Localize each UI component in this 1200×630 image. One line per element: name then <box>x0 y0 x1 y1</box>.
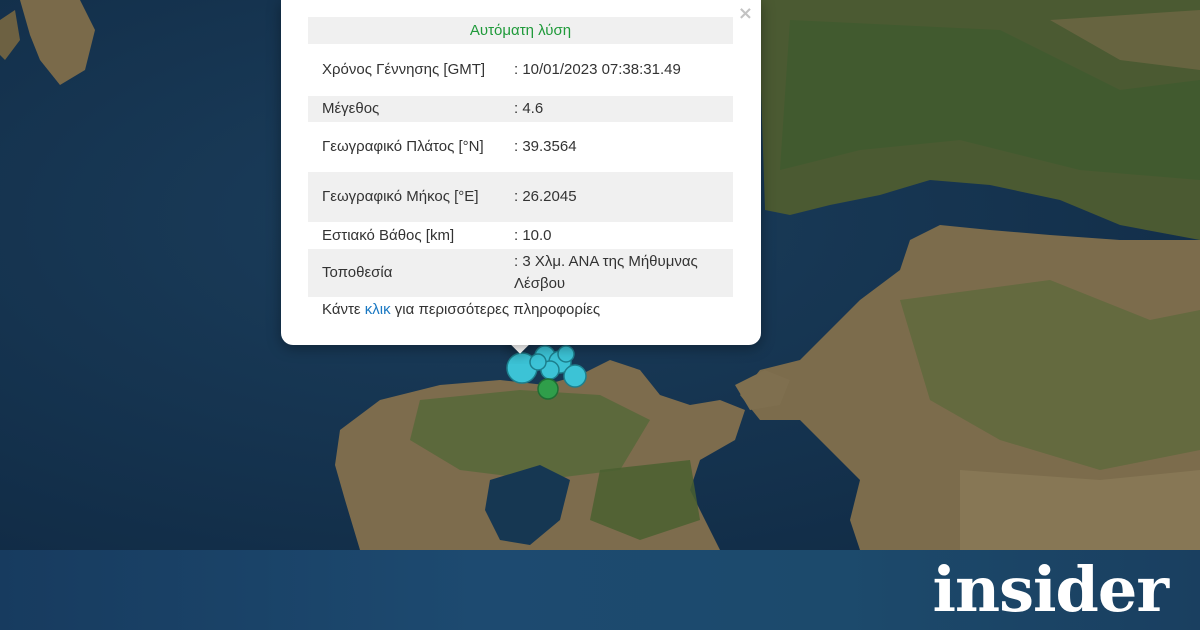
more-suffix: για περισσότερες πληροφορίες <box>390 301 601 318</box>
more-info-text: Κάντε κλικ για περισσότερες πληροφορίες <box>322 301 600 318</box>
info-row-depth: Εστιακό Βάθος [km] : 10.0 <box>308 222 733 249</box>
earthquake-info-popup: × Αυτόματη λύση Χρόνος Γέννησης [GMT] : 1… <box>281 0 761 345</box>
more-prefix: Κάντε <box>322 301 365 318</box>
row-label: Γεωγραφικό Πλάτος [°N] <box>322 138 484 155</box>
earthquake-marker <box>557 345 575 363</box>
info-row-magnitude: Μέγεθος: 4.6 <box>308 96 733 122</box>
row-value: : 4.6 <box>502 96 733 122</box>
row-label: Γεωγραφικό Μήκος [°E] <box>308 172 502 222</box>
info-row-latitude: Γεωγραφικό Πλάτος [°N] : 39.3564 <box>308 122 733 172</box>
row-label: Τοποθεσία <box>308 249 502 297</box>
row-value: : 3 Χλμ. ΑΝΑ της Μήθυμνας Λέσβου <box>502 249 733 297</box>
row-value: : 26.2045 <box>502 172 733 222</box>
earthquake-info-table: Αυτόματη λύση Χρόνος Γέννησης [GMT] : 10/… <box>308 17 733 297</box>
info-row-time: Χρόνος Γέννησης [GMT] : 10/01/2023 07:38:… <box>308 44 733 96</box>
row-label: Εστιακό Βάθος [km] <box>322 226 455 244</box>
row-value: : 39.3564 <box>514 138 577 155</box>
close-button[interactable]: × <box>738 4 753 24</box>
earthquake-marker <box>563 364 587 388</box>
earthquake-marker-latest <box>537 378 559 400</box>
popup-header: Αυτόματη λύση <box>308 17 733 44</box>
row-label: Χρόνος Γέννησης [GMT] <box>322 61 486 78</box>
insider-logo: insider <box>932 553 1169 626</box>
info-row-longitude: Γεωγραφικό Μήκος [°E]: 26.2045 <box>308 172 733 222</box>
info-row-location: Τοποθεσία: 3 Χλμ. ΑΝΑ της Μήθυμνας Λέσβο… <box>308 249 733 297</box>
row-label: Μέγεθος <box>308 96 502 122</box>
row-value: : 10/01/2023 07:38:31.49 <box>514 61 681 78</box>
more-info-link[interactable]: κλικ <box>365 301 391 318</box>
row-value: : 10.0 <box>514 226 552 244</box>
